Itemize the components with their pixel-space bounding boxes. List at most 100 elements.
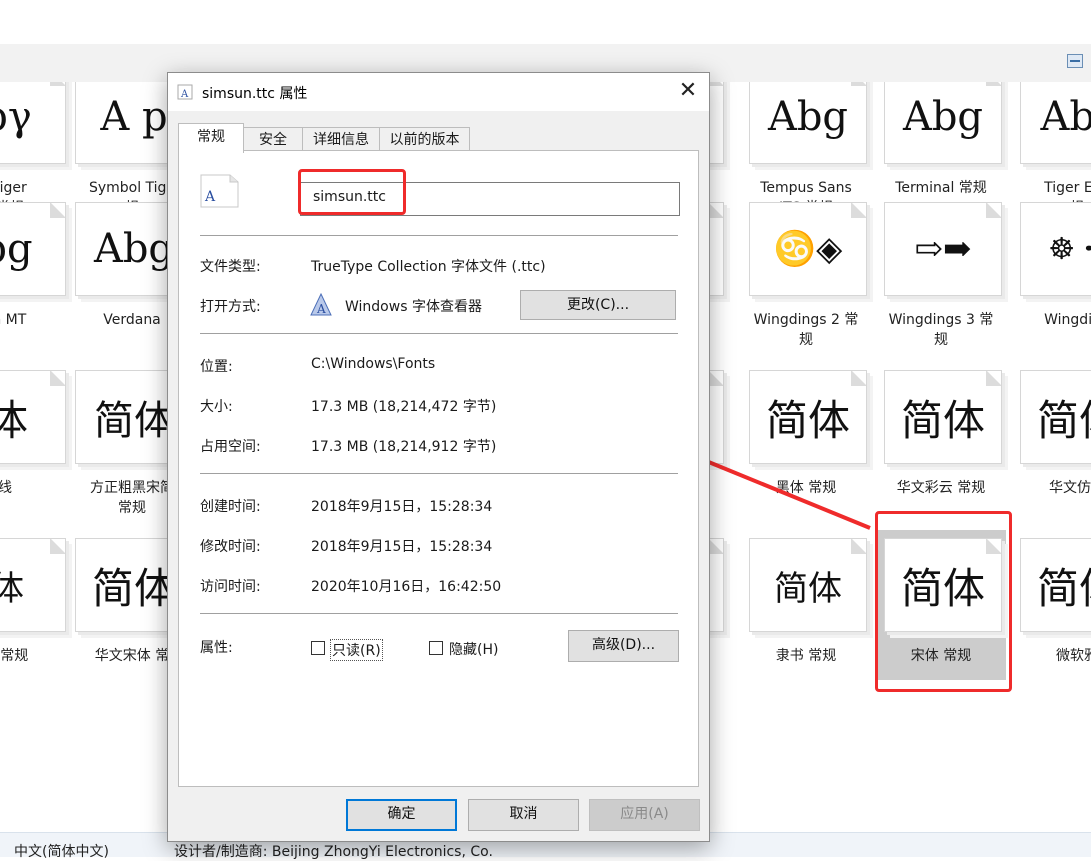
separator: [200, 613, 678, 614]
location-value: C:\Windows\Fonts: [311, 356, 436, 372]
font-thumbnail: 简体: [1020, 370, 1091, 464]
page-fold-icon: [50, 203, 65, 218]
font-file-large-icon: A: [200, 174, 239, 208]
properties-dialog: A simsun.ttc 属性 ✕ 常规 安全 详细信息 以前的版本 A sim…: [167, 72, 710, 842]
cancel-button[interactable]: 取消: [468, 799, 579, 831]
advanced-button[interactable]: 高级(D)...: [568, 630, 679, 662]
font-label: 微软雅: [1056, 648, 1091, 664]
font-thumbnail: 体: [0, 370, 66, 464]
modified-value: 2018年9月15日，15:28:34: [311, 539, 493, 555]
modified-label: 修改时间:: [200, 539, 261, 555]
open-with-value: Windows 字体查看器: [345, 299, 482, 315]
font-thumbnail: bγ: [0, 82, 66, 164]
status-language: 中文(简体中文): [14, 844, 109, 860]
preview-pane-icon[interactable]: [1067, 54, 1083, 68]
font-thumbnail: 简体: [884, 370, 1002, 464]
change-button[interactable]: 更改(C)...: [520, 290, 676, 320]
disk-size-label: 占用空间:: [200, 439, 261, 455]
apply-button[interactable]: 应用(A): [589, 799, 700, 831]
font-label: 书 常规: [0, 648, 29, 664]
page-fold-icon: [50, 539, 65, 554]
location-label: 位置:: [200, 359, 233, 375]
font-label: 线: [0, 480, 12, 496]
separator: [200, 235, 678, 236]
attributes-label: 属性:: [200, 640, 233, 656]
created-label: 创建时间:: [200, 499, 261, 515]
font-thumbnail: Abc: [1020, 82, 1091, 164]
hidden-checkbox[interactable]: [429, 641, 443, 655]
font-thumbnail: 简体: [1020, 538, 1091, 632]
annotation-box-songti: [875, 511, 1012, 692]
disk-size-value: 17.3 MB (18,214,912 字节): [311, 439, 497, 455]
font-sample: 简体: [1036, 395, 1091, 445]
file-type-value: TrueType Collection 字体文件 (.ttc): [311, 259, 546, 275]
font-sample: 简体: [1036, 563, 1091, 613]
font-label: Wingding: [1044, 312, 1091, 328]
open-with-label: 打开方式:: [200, 299, 261, 315]
size-value: 17.3 MB (18,214,472 字节): [311, 399, 497, 415]
page-fold-icon: [708, 203, 723, 218]
svg-text:A: A: [316, 302, 326, 316]
font-sample: Abc: [1040, 94, 1091, 140]
tab-previous-versions[interactable]: 以前的版本: [379, 127, 470, 151]
accessed-value: 2020年10月16日，16:42:50: [311, 579, 502, 595]
font-sample: ☸ ✢: [1048, 231, 1091, 267]
dialog-title: simsun.ttc 属性: [202, 86, 308, 102]
size-label: 大小:: [200, 399, 233, 415]
font-thumbnail: 体: [0, 538, 66, 632]
page-fold-icon: [851, 82, 866, 86]
dialog-titlebar[interactable]: A simsun.ttc 属性 ✕: [168, 73, 709, 111]
close-icon[interactable]: ✕: [673, 77, 703, 107]
readonly-checkbox[interactable]: [311, 641, 325, 655]
font-label: 华文彩云 常规: [896, 480, 986, 496]
page-fold-icon: [986, 82, 1001, 86]
font-sample: 简体: [774, 568, 842, 609]
page-fold-icon: [851, 371, 866, 386]
font-thumbnail: bg: [0, 202, 66, 296]
font-thumbnail: ⇨➡: [884, 202, 1002, 296]
page-fold-icon: [50, 82, 65, 86]
font-sample: Abg: [767, 94, 849, 140]
font-sample: bγ: [0, 94, 32, 140]
created-value: 2018年9月15日，15:28:34: [311, 499, 493, 515]
annotation-box-filename: [298, 169, 406, 215]
font-label: 隶书 常规: [775, 648, 837, 664]
svg-text:A: A: [204, 189, 216, 205]
font-sample: 简体: [94, 398, 174, 444]
page-fold-icon: [708, 539, 723, 554]
page-fold-icon: [708, 82, 723, 86]
font-sample: bg: [0, 226, 33, 272]
page-fold-icon: [986, 371, 1001, 386]
font-viewer-icon: A: [310, 293, 332, 316]
font-label: Wingdings 2 常 规: [753, 312, 859, 348]
font-label: 华文仿宋: [1049, 480, 1091, 496]
font-sample: 体: [0, 561, 24, 610]
separator: [200, 473, 678, 474]
ok-button[interactable]: 确定: [346, 799, 457, 831]
status-designer: 设计者/制造商: Beijing ZhongYi Electronics, Co…: [174, 844, 493, 860]
accessed-label: 访问时间:: [200, 579, 261, 595]
general-panel: A simsun.ttc 文件类型: TrueType Collection 字…: [178, 150, 699, 787]
font-sample: ⇨➡: [914, 229, 972, 269]
separator: [200, 333, 678, 334]
font-thumbnail: ♋◈: [749, 202, 867, 296]
page-fold-icon: [986, 203, 1001, 218]
font-sample: 简体: [91, 563, 176, 613]
font-file-icon: A: [177, 84, 193, 100]
readonly-label[interactable]: 只读(R): [330, 639, 383, 661]
font-thumbnail: ☸ ✢: [1020, 202, 1091, 296]
page-fold-icon: [708, 371, 723, 386]
font-label: Terminal 常规: [895, 180, 987, 196]
page-fold-icon: [851, 539, 866, 554]
hidden-label[interactable]: 隐藏(H): [449, 639, 498, 659]
tab-security[interactable]: 安全: [243, 127, 303, 151]
page-fold-icon: [50, 371, 65, 386]
tab-details[interactable]: 详细信息: [302, 127, 380, 151]
font-thumbnail: Abg: [749, 82, 867, 164]
font-sample: ♋◈: [773, 229, 843, 269]
file-type-label: 文件类型:: [200, 259, 261, 275]
font-sample: 简体: [765, 395, 850, 445]
font-thumbnail: 简体: [749, 538, 867, 632]
tab-general[interactable]: 常规: [178, 123, 244, 153]
font-sample: 体: [0, 387, 28, 448]
